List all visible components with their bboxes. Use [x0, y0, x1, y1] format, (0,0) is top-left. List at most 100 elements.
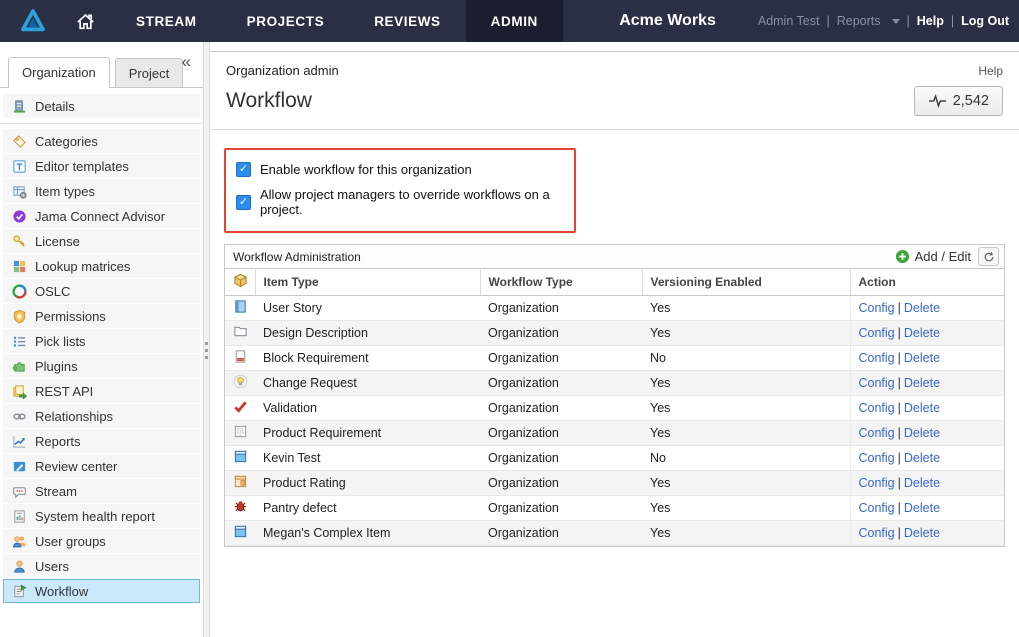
header-divider — [210, 129, 1019, 130]
sidebar-item-pick-lists[interactable]: Pick lists — [3, 329, 200, 353]
workflow-table: Item Type Workflow Type Versioning Enabl… — [225, 268, 1004, 546]
user-group-icon — [12, 534, 27, 549]
sidebar-divider — [0, 123, 203, 124]
enable-workflow-checkbox[interactable]: ✓ — [236, 162, 251, 177]
delete-link[interactable]: Delete — [904, 401, 940, 415]
sidebar-item-review-center[interactable]: Review center — [3, 454, 200, 478]
config-link[interactable]: Config — [859, 501, 895, 515]
activity-counter-button[interactable]: 2,542 — [914, 86, 1003, 116]
reports-menu[interactable]: Reports — [837, 14, 881, 28]
config-link[interactable]: Config — [859, 526, 895, 540]
user-story-icon — [233, 299, 248, 314]
folder-icon — [233, 324, 248, 339]
enable-workflow-label: Enable workflow for this organization — [260, 162, 472, 177]
config-link[interactable]: Config — [859, 326, 895, 340]
speech-bubble-icon — [12, 484, 27, 499]
config-link[interactable]: Config — [859, 451, 895, 465]
table-row: Change Request Organization Yes Config|D… — [225, 371, 1004, 396]
sidebar-item-workflow[interactable]: Workflow — [3, 579, 200, 603]
jama-logo[interactable] — [0, 0, 60, 42]
table-header-row: Item Type Workflow Type Versioning Enabl… — [225, 269, 1004, 296]
config-link[interactable]: Config — [859, 476, 895, 490]
sidebar-item-users[interactable]: Users — [3, 554, 200, 578]
table-row: Product Rating Organization Yes Config|D… — [225, 471, 1004, 496]
sidebar-item-jama-connect-advisor[interactable]: Jama Connect Advisor — [3, 204, 200, 228]
sidebar-item-license[interactable]: License — [3, 229, 200, 253]
delete-link[interactable]: Delete — [904, 301, 940, 315]
sidebar-item-lookup-matrices[interactable]: Lookup matrices — [3, 254, 200, 278]
delete-link[interactable]: Delete — [904, 326, 940, 340]
workflow-options-highlight-box: ✓ Enable workflow for this organization … — [224, 148, 576, 233]
table-row: Pantry defect Organization Yes Config|De… — [225, 496, 1004, 521]
delete-link[interactable]: Delete — [904, 501, 940, 515]
delete-link[interactable]: Delete — [904, 376, 940, 390]
sidebar-item-permissions[interactable]: Permissions — [3, 304, 200, 328]
logout-link[interactable]: Log Out — [961, 14, 1009, 28]
grip-dots-icon — [205, 342, 208, 345]
config-link[interactable]: Config — [859, 351, 895, 365]
health-report-icon — [12, 509, 27, 524]
pencil-note-icon — [12, 459, 27, 474]
delete-link[interactable]: Delete — [904, 426, 940, 440]
delete-link[interactable]: Delete — [904, 351, 940, 365]
admin-sidebar: Organization Project « Details Categorie… — [0, 42, 203, 637]
add-edit-button[interactable]: Add / Edit — [895, 249, 971, 264]
main-content: Organization admin Help Workflow 2,542 ✓… — [210, 51, 1019, 637]
sidebar-resize-handle[interactable] — [203, 42, 210, 637]
nav-item-projects[interactable]: PROJECTS — [222, 0, 350, 42]
advisor-check-icon — [12, 209, 27, 224]
nav-item-stream[interactable]: STREAM — [111, 0, 222, 42]
config-link[interactable]: Config — [859, 401, 895, 415]
org-name: Acme Works — [619, 12, 716, 30]
sidebar-item-details[interactable]: Details — [3, 94, 200, 118]
sidebar-item-relationships[interactable]: Relationships — [3, 404, 200, 428]
delete-link[interactable]: Delete — [904, 451, 940, 465]
sidebar-item-editor-templates[interactable]: Editor templates — [3, 154, 200, 178]
override-workflow-label: Allow project managers to override workf… — [260, 187, 564, 217]
item-cube-icon — [233, 273, 248, 288]
shield-icon — [12, 309, 27, 324]
lined-doc-icon — [233, 424, 248, 439]
sidebar-item-rest-api[interactable]: REST API — [3, 379, 200, 403]
table-row: Block Requirement Organization No Config… — [225, 346, 1004, 371]
page-title: Workflow — [226, 89, 312, 113]
tab-project[interactable]: Project — [115, 58, 183, 87]
table-row: Validation Organization Yes Config|Delet… — [225, 396, 1004, 421]
override-workflow-checkbox[interactable]: ✓ — [236, 195, 251, 210]
block-doc-icon — [233, 349, 248, 364]
sidebar-item-item-types[interactable]: Item types — [3, 179, 200, 203]
sidebar-item-stream[interactable]: Stream — [3, 479, 200, 503]
delete-link[interactable]: Delete — [904, 526, 940, 540]
enable-workflow-option: ✓ Enable workflow for this organization — [236, 157, 564, 182]
collapse-sidebar-icon[interactable]: « — [182, 52, 191, 72]
sidebar-item-system-health-report[interactable]: System health report — [3, 504, 200, 528]
col-header-versioning[interactable]: Versioning Enabled — [642, 269, 850, 296]
current-user[interactable]: Admin Test — [758, 14, 820, 28]
sidebar-item-user-groups[interactable]: User groups — [3, 529, 200, 553]
config-link[interactable]: Config — [859, 376, 895, 390]
sidebar-item-oslc[interactable]: OSLC — [3, 279, 200, 303]
activity-count: 2,542 — [953, 93, 989, 109]
help-link[interactable]: Help — [917, 14, 944, 28]
page-help-link[interactable]: Help — [978, 64, 1003, 78]
col-header-workflow-type[interactable]: Workflow Type — [480, 269, 642, 296]
table-row: Product Requirement Organization Yes Con… — [225, 421, 1004, 446]
sidebar-item-plugins[interactable]: Plugins — [3, 354, 200, 378]
table-row: Kevin Test Organization No Config|Delete — [225, 446, 1004, 471]
tab-organization[interactable]: Organization — [8, 57, 110, 88]
refresh-button[interactable] — [978, 247, 999, 266]
caret-down-icon — [892, 19, 900, 24]
lightbulb-icon — [233, 374, 248, 389]
sidebar-item-reports[interactable]: Reports — [3, 429, 200, 453]
config-link[interactable]: Config — [859, 426, 895, 440]
table-row: Design Description Organization Yes Conf… — [225, 321, 1004, 346]
home-icon[interactable] — [60, 0, 111, 42]
nav-item-admin[interactable]: ADMIN — [466, 0, 563, 42]
building-icon — [12, 99, 27, 114]
col-header-item-type[interactable]: Item Type — [255, 269, 480, 296]
config-link[interactable]: Config — [859, 301, 895, 315]
delete-link[interactable]: Delete — [904, 476, 940, 490]
oslc-ring-icon — [12, 284, 27, 299]
nav-item-reviews[interactable]: REVIEWS — [349, 0, 465, 42]
sidebar-item-categories[interactable]: Categories — [3, 129, 200, 153]
